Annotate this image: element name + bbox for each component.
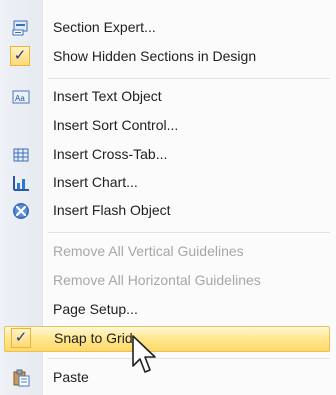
- menu-item-label: Insert Chart...: [53, 174, 138, 190]
- menu-item-insert-chart[interactable]: Insert Chart...: [4, 170, 330, 196]
- menu-item-label: Insert Flash Object: [53, 202, 171, 218]
- menu-item-label: Remove All Vertical Guidelines: [53, 243, 244, 259]
- menu-item-label: Insert Sort Control...: [53, 117, 179, 133]
- menu-item-section-expert[interactable]: Section Expert...: [4, 15, 330, 41]
- menu-separator: [48, 232, 330, 233]
- menu-item-label: Show Hidden Sections in Design: [53, 48, 257, 64]
- text-object-icon: Aa: [12, 88, 30, 106]
- menu-separator: [48, 78, 330, 79]
- menu-separator: [48, 358, 330, 359]
- checkmark-icon: ✓: [11, 328, 31, 348]
- checkmark-icon: ✓: [10, 46, 30, 66]
- menu-item-insert-flash-object[interactable]: Insert Flash Object: [4, 198, 330, 224]
- menu-item-label: Insert Cross-Tab...: [53, 146, 168, 162]
- menu-item-insert-cross-tab[interactable]: Insert Cross-Tab...: [4, 142, 330, 168]
- menu-item-paste[interactable]: Paste: [4, 365, 330, 391]
- menu-item-label: Remove All Horizontal Guidelines: [53, 272, 261, 288]
- context-menu: Section Expert... ✓ Show Hidden Sections…: [0, 0, 336, 395]
- menu-item-show-hidden-sections[interactable]: ✓ Show Hidden Sections in Design: [4, 44, 330, 70]
- section-expert-icon: [12, 19, 30, 37]
- menu-item-page-setup[interactable]: Page Setup...: [4, 297, 330, 323]
- cross-tab-icon: [12, 146, 30, 164]
- menu-item-label: Section Expert...: [53, 19, 156, 35]
- menu-item-label: Snap to Grid: [54, 330, 133, 346]
- mouse-pointer-icon: [132, 335, 156, 373]
- menu-item-label: Paste: [53, 369, 89, 385]
- menu-item-snap-to-grid[interactable]: ✓ Snap to Grid: [4, 326, 330, 352]
- paste-icon: [12, 369, 30, 387]
- menu-item-insert-text-object[interactable]: Aa Insert Text Object: [4, 84, 330, 110]
- menu-item-label: Page Setup...: [53, 301, 138, 317]
- flash-object-icon: [12, 202, 30, 220]
- menu-item-remove-horizontal-guidelines: Remove All Horizontal Guidelines: [4, 268, 330, 294]
- menu-item-remove-vertical-guidelines: Remove All Vertical Guidelines: [4, 239, 330, 265]
- menu-item-label: Insert Text Object: [53, 88, 162, 104]
- chart-icon: [12, 174, 30, 192]
- svg-text:Aa: Aa: [15, 94, 25, 103]
- menu-item-insert-sort-control[interactable]: Insert Sort Control...: [4, 113, 330, 139]
